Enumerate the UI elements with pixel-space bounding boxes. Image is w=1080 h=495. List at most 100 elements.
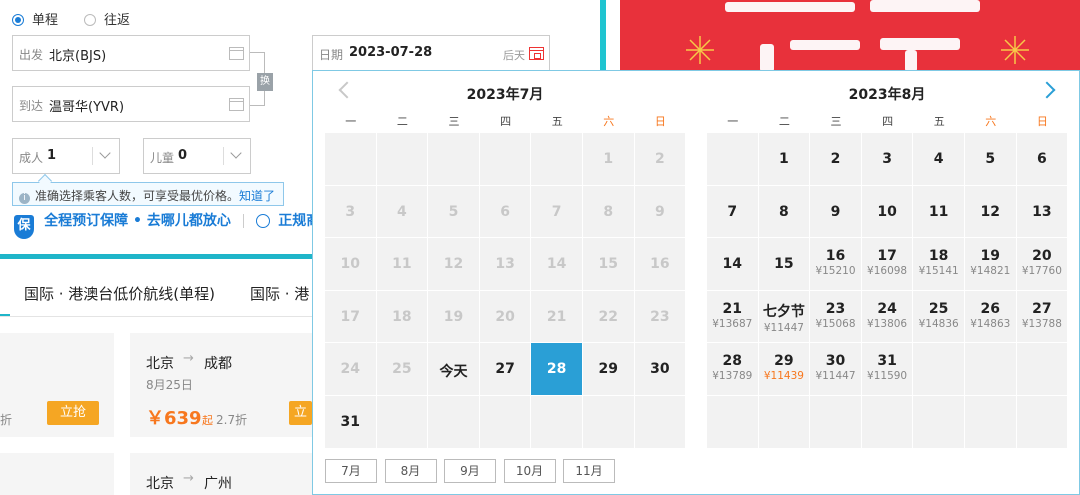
day-cell[interactable]: 2 bbox=[810, 133, 861, 185]
day-number: 6 bbox=[1036, 151, 1047, 167]
date-picker: 2023年7月 2023年8月 一二三四五六日 一二三四五六日 12345678… bbox=[312, 70, 1080, 495]
empty-day-cell bbox=[582, 395, 634, 448]
day-cell: 16 bbox=[634, 238, 686, 290]
oneway-radio[interactable] bbox=[12, 13, 24, 26]
promo-banner[interactable] bbox=[620, 0, 1080, 72]
day-cell[interactable]: 14 bbox=[707, 238, 758, 290]
day-cell[interactable]: 30 ¥11447 bbox=[810, 343, 861, 395]
day-cell[interactable]: 24 ¥13806 bbox=[861, 290, 913, 343]
day-cell[interactable]: 21 ¥13687 bbox=[707, 290, 758, 343]
route-card[interactable]: 折 立抢 bbox=[0, 333, 114, 437]
day-number: 24 bbox=[340, 361, 361, 378]
day-number: 1 bbox=[779, 151, 789, 167]
day-cell[interactable]: 27 bbox=[479, 343, 531, 395]
round-radio[interactable] bbox=[84, 13, 96, 26]
day-cell[interactable]: 七夕节 ¥11447 bbox=[758, 290, 810, 343]
day-cell[interactable]: 26 ¥14863 bbox=[964, 290, 1016, 343]
day-cell[interactable]: 12 bbox=[964, 185, 1016, 238]
day-number: 5 bbox=[985, 151, 996, 167]
grab-button[interactable]: 立 bbox=[289, 401, 312, 425]
day-cell[interactable]: 10 bbox=[861, 185, 913, 238]
from-field[interactable]: 出发 北京(BJS) bbox=[12, 35, 250, 71]
selected-day-cell[interactable]: 28 bbox=[531, 343, 582, 395]
day-cell[interactable]: 31 ¥11590 bbox=[861, 343, 913, 395]
card-from: 北京 bbox=[146, 476, 174, 492]
day-cell[interactable]: 19 ¥14821 bbox=[964, 238, 1016, 290]
empty-day-cell bbox=[376, 133, 428, 185]
day-cell[interactable]: 31 bbox=[325, 395, 376, 448]
day-cell[interactable]: 27 ¥13788 bbox=[1016, 290, 1068, 343]
day-cell[interactable]: 8 bbox=[758, 185, 810, 238]
route-card[interactable] bbox=[0, 453, 114, 495]
day-price: ¥11447 bbox=[815, 370, 856, 383]
route-card[interactable]: 北京 → 广州 bbox=[130, 453, 312, 495]
adult-select[interactable]: 成人 1 bbox=[12, 138, 120, 174]
day-cell[interactable]: 今天 bbox=[428, 343, 479, 395]
day-cell[interactable]: 13 bbox=[1016, 185, 1068, 238]
trip-round-option[interactable]: 往返 bbox=[84, 9, 130, 28]
day-cell[interactable]: 7 bbox=[707, 185, 758, 238]
day-cell: 22 bbox=[582, 290, 634, 343]
day-number: 29 bbox=[774, 353, 794, 370]
empty-day-cell bbox=[634, 395, 686, 448]
weekday-header: 五 bbox=[933, 115, 945, 128]
day-number: 12 bbox=[443, 256, 464, 273]
day-cell: 23 bbox=[634, 290, 686, 343]
month-jump-button[interactable]: 9月 bbox=[444, 459, 496, 483]
day-cell[interactable]: 23 ¥15068 bbox=[810, 290, 861, 343]
tab-intl-oneway[interactable]: 国际 · 港澳台低价航线(单程) bbox=[24, 283, 215, 304]
day-price: ¥15068 bbox=[815, 317, 856, 330]
day-cell[interactable]: 15 bbox=[758, 238, 810, 290]
day-cell: 20 bbox=[479, 290, 531, 343]
day-cell[interactable]: 20 ¥17760 bbox=[1016, 238, 1068, 290]
weekday-header: 五 bbox=[551, 115, 563, 128]
day-number: 27 bbox=[495, 361, 515, 378]
day-cell[interactable]: 6 bbox=[1016, 133, 1068, 185]
route-card[interactable]: 北京 → 成都 8月25日 ￥639 起 2.7折 立 bbox=[130, 333, 312, 437]
day-cell[interactable]: 11 bbox=[913, 185, 964, 238]
grab-button[interactable]: 立抢 bbox=[47, 401, 99, 425]
month-jump-button[interactable]: 10月 bbox=[503, 459, 556, 483]
child-label: 儿童 bbox=[150, 151, 175, 165]
empty-day-cell bbox=[479, 395, 531, 448]
trip-oneway-option[interactable]: 单程 bbox=[12, 9, 58, 28]
empty-day-cell bbox=[1016, 343, 1068, 395]
month-jump-button[interactable]: 7月 bbox=[325, 459, 377, 483]
month-jump-button[interactable]: 11月 bbox=[563, 459, 615, 483]
to-field[interactable]: 到达 温哥华(YVR) bbox=[12, 86, 250, 122]
child-value: 0 bbox=[178, 148, 188, 163]
day-cell[interactable]: 30 bbox=[634, 343, 686, 395]
day-number: 31 bbox=[340, 413, 361, 430]
day-price: ¥15141 bbox=[918, 265, 959, 278]
day-cell: 24 bbox=[325, 343, 376, 395]
chevron-down-icon[interactable] bbox=[99, 147, 111, 159]
chevron-down-icon[interactable] bbox=[230, 147, 242, 159]
day-cell[interactable]: 25 ¥14836 bbox=[913, 290, 964, 343]
tip-dismiss-link[interactable]: 知道了 bbox=[239, 189, 275, 203]
child-select[interactable]: 儿童 0 bbox=[143, 138, 251, 174]
day-price: ¥14821 bbox=[970, 265, 1011, 278]
day-cell[interactable]: 29 ¥11439 bbox=[758, 343, 810, 395]
day-cell[interactable]: 17 ¥16098 bbox=[861, 238, 913, 290]
day-number: 16 bbox=[650, 256, 670, 273]
day-cell[interactable]: 16 ¥15210 bbox=[810, 238, 861, 290]
empty-day-cell bbox=[707, 133, 758, 185]
day-price: ¥14836 bbox=[918, 317, 959, 330]
tab-intl-second[interactable]: 国际 · 港 bbox=[250, 283, 309, 304]
day-cell[interactable]: 28 ¥13789 bbox=[707, 343, 758, 395]
day-number: 13 bbox=[1032, 203, 1052, 220]
day-cell[interactable]: 3 bbox=[861, 133, 913, 185]
empty-day-cell bbox=[913, 343, 964, 395]
day-cell[interactable]: 18 ¥15141 bbox=[913, 238, 964, 290]
month-grid-august: 1 2 3 4 5 6 7 8 9 10 11 12 13 14 15 16 ¥15210 17 ¥16098 18 ¥… bbox=[707, 133, 1068, 448]
day-cell[interactable]: 4 bbox=[913, 133, 964, 185]
month-jump-button[interactable]: 8月 bbox=[384, 459, 437, 483]
day-cell[interactable]: 29 bbox=[582, 343, 634, 395]
day-cell[interactable]: 5 bbox=[964, 133, 1016, 185]
day-cell[interactable]: 9 bbox=[810, 185, 861, 238]
day-number: 18 bbox=[928, 248, 949, 265]
swap-button[interactable]: 换 bbox=[257, 73, 273, 91]
date-field[interactable]: 日期 2023-07-28 后天 bbox=[312, 35, 550, 71]
adult-label: 成人 bbox=[19, 151, 44, 165]
day-cell[interactable]: 1 bbox=[758, 133, 810, 185]
